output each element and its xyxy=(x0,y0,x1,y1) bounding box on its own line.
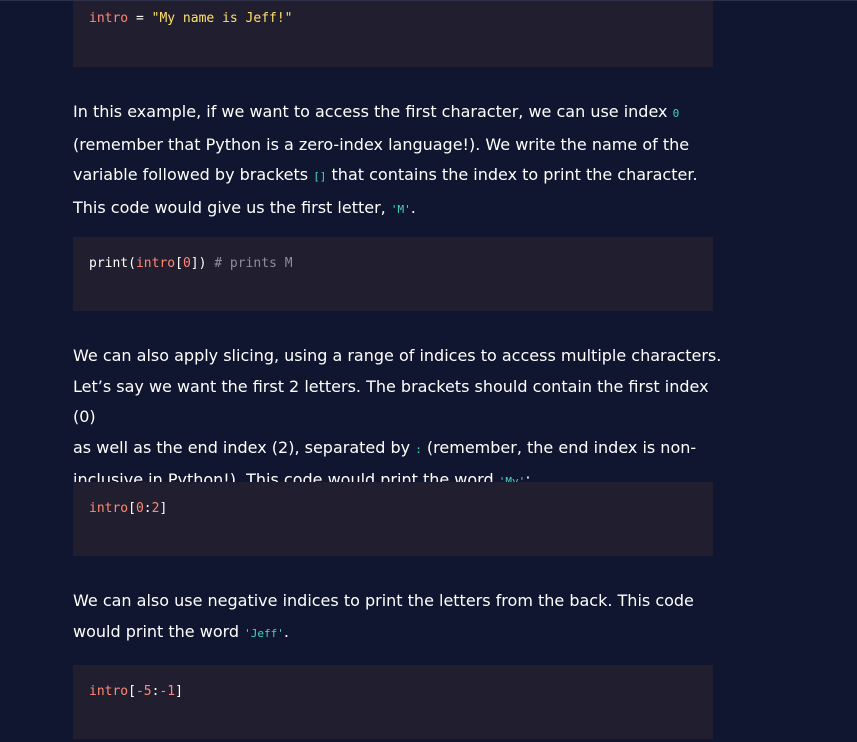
text-line: In this example, if we want to access th… xyxy=(73,97,723,130)
text-segment: We can also use negative indices to prin… xyxy=(73,591,694,610)
code-token: [ xyxy=(128,501,136,516)
code-line: intro[0:2] xyxy=(89,501,167,517)
inline-code: 'M' xyxy=(390,202,411,216)
inline-code: 0 xyxy=(672,107,680,120)
code-token: ] xyxy=(175,684,183,699)
text-line: (remember that Python is a zero-index la… xyxy=(73,130,723,161)
text-line: variable followed by brackets [] that co… xyxy=(73,160,723,193)
code-block-negative-slice[interactable]: intro[-5:-1] xyxy=(73,665,713,739)
code-token: ( xyxy=(128,256,136,271)
text-line: as well as the end index (2), separated … xyxy=(73,433,723,466)
paragraph-slicing: We can also apply slicing, using a range… xyxy=(73,341,723,498)
code-token: [ xyxy=(175,256,183,271)
code-token: print xyxy=(89,256,129,271)
code-token: -1 xyxy=(159,684,176,699)
code-line: intro = "My name is Jeff!" xyxy=(89,11,293,27)
text-segment: In this example, if we want to access th… xyxy=(73,102,673,121)
code-token: # prints M xyxy=(206,256,293,271)
text-line: We can also use negative indices to prin… xyxy=(73,586,723,617)
code-token: [ xyxy=(128,684,136,699)
text-segment: as well as the end index (2), separated … xyxy=(73,437,416,457)
text-segment: . xyxy=(283,621,289,641)
inline-code: [] xyxy=(313,170,327,184)
text-line: This code would give us the first letter… xyxy=(73,193,723,226)
text-segment: variable followed by brackets xyxy=(73,165,314,185)
code-token: -5 xyxy=(135,684,152,699)
code-line: intro[-5:-1] xyxy=(89,684,183,700)
code-token: = xyxy=(128,11,152,26)
text-segment: . xyxy=(410,197,416,217)
paragraph-index-access: In this example, if we want to access th… xyxy=(73,97,723,225)
text-segment: This code would give us the first letter… xyxy=(73,197,391,217)
inline-code: 'Jeff' xyxy=(244,626,284,640)
code-token: ] xyxy=(159,501,168,516)
code-token: ]) xyxy=(190,256,207,271)
code-block-print-index[interactable]: print(intro[0]) # prints M xyxy=(73,237,713,311)
text-segment: We can also apply slicing, using a range… xyxy=(73,346,722,365)
text-segment: would print the word xyxy=(73,621,245,641)
text-line: Let’s say we want the first 2 letters. T… xyxy=(73,372,723,433)
code-token: intro xyxy=(89,501,129,516)
text-segment: Let’s say we want the first 2 letters. T… xyxy=(73,376,709,427)
code-token: intro xyxy=(89,11,129,26)
code-token: : xyxy=(143,501,152,516)
code-line: print(intro[0]) # prints M xyxy=(89,256,293,272)
text-segment: that contains the index to print the cha… xyxy=(326,165,698,185)
text-segment: (remember, the end index is non- xyxy=(421,437,697,457)
code-block-assignment[interactable]: intro = "My name is Jeff!" xyxy=(73,1,713,67)
paragraph-negative-indices: We can also use negative indices to prin… xyxy=(73,586,723,649)
code-token: 0 xyxy=(182,256,191,271)
text-line: would print the word 'Jeff'. xyxy=(73,617,723,650)
code-token: intro xyxy=(89,684,129,699)
text-line: We can also apply slicing, using a range… xyxy=(73,341,723,372)
text-segment: (remember that Python is a zero-index la… xyxy=(73,134,690,154)
code-token: intro xyxy=(135,256,176,271)
inline-code: : xyxy=(415,442,422,456)
code-block-slice[interactable]: intro[0:2] xyxy=(73,482,713,556)
code-token: 0 xyxy=(135,501,144,516)
code-token: "My name is Jeff!" xyxy=(151,11,293,26)
